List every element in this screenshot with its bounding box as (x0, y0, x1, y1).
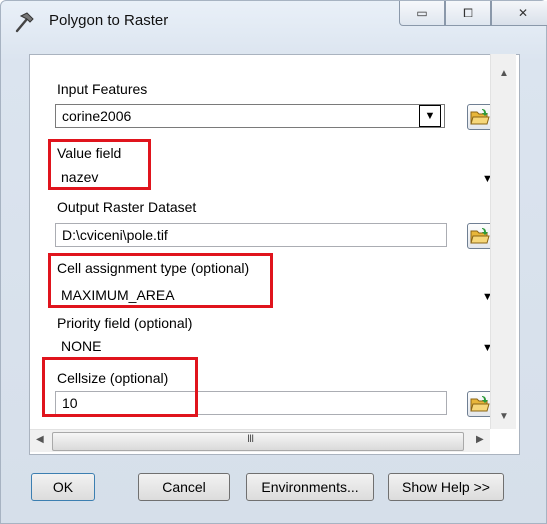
highlight-cellsize (42, 357, 198, 417)
input-features-label: Input Features (57, 81, 148, 97)
chevron-down-icon: ▼ (424, 110, 436, 122)
minimize-button[interactable]: ▭ (399, 1, 445, 26)
folder-open-icon (470, 396, 490, 412)
ok-button[interactable]: OK (31, 473, 95, 501)
horizontal-scrollbar[interactable]: ◀ III ▶ (30, 429, 490, 452)
priority-field-label: Priority field (optional) (57, 315, 193, 331)
title-bar[interactable]: Polygon to Raster ▭ ⧠ ✕ (1, 1, 547, 41)
scroll-grip: III (247, 433, 254, 445)
minimize-icon: ▭ (416, 6, 428, 20)
folder-open-icon (470, 109, 490, 125)
horizontal-scroll-thumb[interactable]: III (52, 432, 464, 451)
window-title: Polygon to Raster (49, 12, 169, 29)
scroll-up-icon[interactable]: ▲ (499, 68, 509, 79)
window-controls: ▭ ⧠ ✕ (399, 1, 547, 27)
scroll-down-icon[interactable]: ▼ (499, 411, 509, 422)
highlight-cell-assignment (48, 253, 273, 308)
maximize-button[interactable]: ⧠ (445, 1, 491, 26)
polygon-to-raster-dialog: Polygon to Raster ▭ ⧠ ✕ Input Features c… (0, 0, 547, 524)
output-raster-input[interactable]: D:\cviceni\pole.tif (55, 223, 447, 247)
environments-button[interactable]: Environments... (246, 473, 374, 501)
input-features-dropdown-button[interactable]: ▼ (419, 105, 441, 127)
show-help-button[interactable]: Show Help >> (388, 473, 504, 501)
folder-open-icon (470, 228, 490, 244)
scroll-right-icon[interactable]: ▶ (476, 434, 484, 445)
cancel-button[interactable]: Cancel (138, 473, 230, 501)
vertical-scrollbar[interactable]: ▲ ▼ (490, 54, 516, 429)
hammer-icon (15, 12, 34, 33)
scroll-left-icon[interactable]: ◀ (36, 434, 44, 445)
close-button[interactable]: ✕ (491, 1, 547, 26)
highlight-value-field (48, 139, 151, 190)
maximize-icon: ⧠ (463, 5, 473, 20)
close-icon: ✕ (517, 6, 529, 20)
input-features-combo[interactable]: corine2006 (55, 104, 445, 128)
output-raster-label: Output Raster Dataset (57, 199, 197, 215)
priority-field-combo[interactable]: NONE (55, 335, 498, 357)
